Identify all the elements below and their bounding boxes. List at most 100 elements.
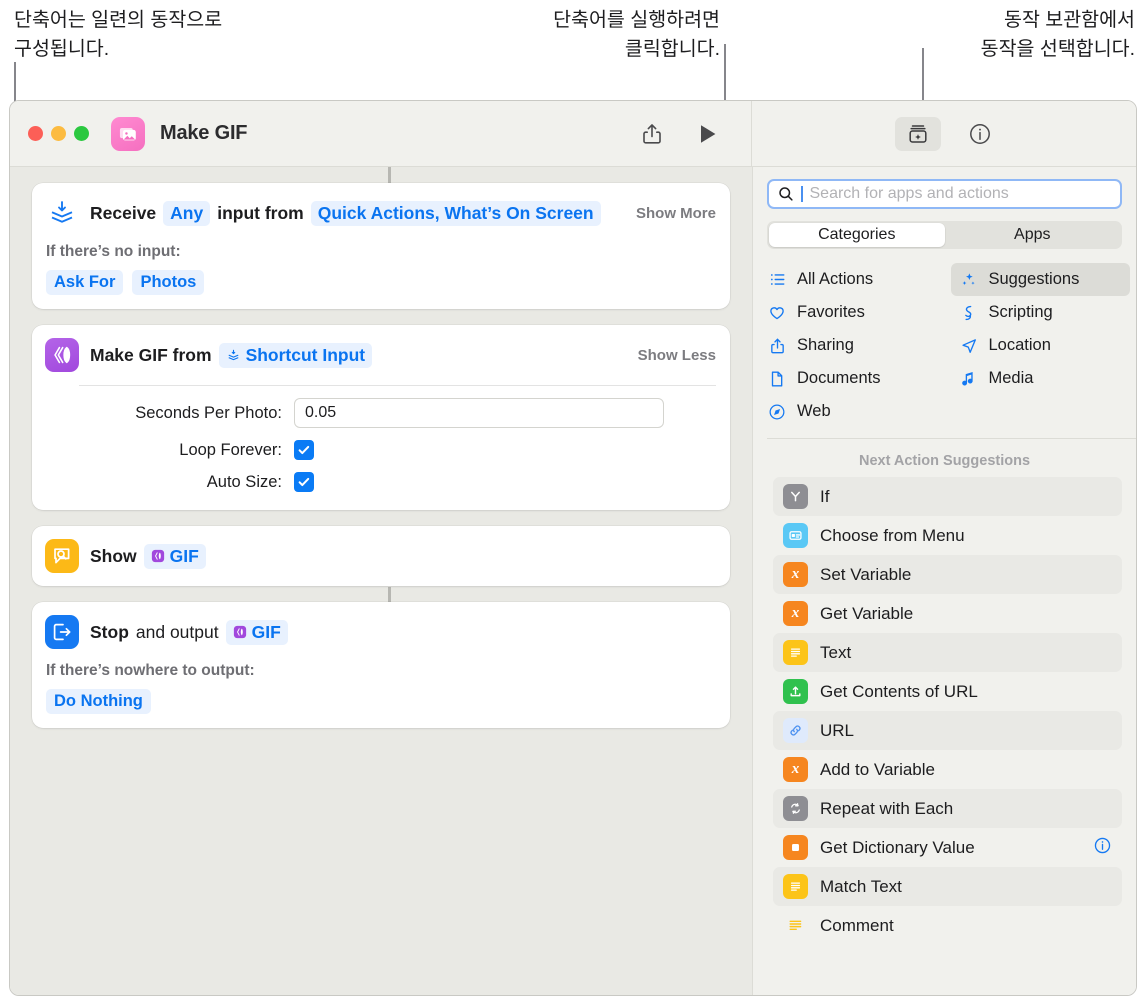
list-item[interactable]: Get Dictionary Value (773, 828, 1122, 867)
info-icon[interactable] (1093, 836, 1112, 860)
show-less-toggle[interactable]: Show Less (626, 347, 716, 364)
scripting-icon (959, 304, 979, 322)
callout-annotations: 단축어는 일련의 동작으로 구성됩니다. 단축어를 실행하려면 클릭합니다. 동… (0, 0, 1144, 702)
sidebar-item-label: All Actions (797, 270, 874, 288)
search-input[interactable]: Search for apps and actions (767, 179, 1122, 209)
variable-icon: x (783, 601, 808, 626)
list-item[interactable]: Get Contents of URL (773, 672, 1122, 711)
shortcut-app-icon (111, 116, 145, 151)
auto-size-checkbox[interactable] (294, 472, 314, 492)
action-token-shortcut-input[interactable]: Shortcut Input (218, 342, 373, 368)
action-card-receive[interactable]: Receive Any input from Quick Actions, Wh… (32, 183, 730, 309)
tab-categories[interactable]: Categories (769, 223, 945, 247)
sidebar-item-label: Sharing (797, 336, 854, 354)
list-item[interactable]: Text (773, 633, 1122, 672)
chip-photos[interactable]: Photos (132, 270, 205, 295)
list-item[interactable]: URL (773, 711, 1122, 750)
list-item-label: Get Variable (820, 603, 914, 623)
sidebar-item-documents[interactable]: Documents (759, 362, 939, 395)
make-gif-icon (45, 338, 79, 372)
category-column-left: All Actions Favorites Sharing Documents … (753, 263, 945, 428)
list-item-label: Repeat with Each (820, 798, 954, 818)
action-word: Stop (90, 621, 129, 642)
variable-icon: x (783, 562, 808, 587)
library-segmented-control[interactable]: Categories Apps (767, 221, 1122, 249)
sidebar-item-sharing[interactable]: Sharing (759, 329, 939, 362)
list-item-label: Add to Variable (820, 759, 935, 779)
callout-text-actions: 단축어는 일련의 동작으로 구성됩니다. (14, 9, 223, 60)
document-icon (767, 370, 787, 388)
seconds-per-photo-input[interactable]: 0.05 (294, 398, 664, 428)
sidebar-item-location[interactable]: Location (951, 329, 1131, 362)
action-token-gif[interactable]: GIF (143, 543, 206, 569)
action-library-icon[interactable] (895, 116, 941, 151)
list-item-label: Comment (820, 915, 894, 935)
sidebar-item-suggestions[interactable]: Suggestions (950, 263, 1130, 296)
list-item[interactable]: x Set Variable (773, 555, 1122, 594)
play-icon[interactable] (695, 121, 721, 147)
search-placeholder: Search for apps and actions (809, 185, 1009, 202)
action-title: Make GIF from Shortcut Input (90, 342, 373, 368)
minimize-button[interactable] (51, 126, 66, 141)
action-token-sources[interactable]: Quick Actions, What’s On Screen (310, 200, 601, 226)
suggestions-list: If Choose from Menu x Set Variable x Get… (753, 477, 1136, 995)
category-column-right: Suggestions Scripting Location Media (945, 263, 1137, 428)
zoom-button[interactable] (74, 126, 89, 141)
action-card-stop-and-output[interactable]: Stop and output GIF If there’s nowhere t… (32, 602, 730, 728)
share-icon[interactable] (639, 121, 665, 147)
gif-variable-icon (151, 549, 164, 563)
loop-forever-checkbox[interactable] (294, 440, 314, 460)
music-note-icon (959, 370, 979, 388)
list-item[interactable]: Match Text (773, 867, 1122, 906)
action-token-gif[interactable]: GIF (225, 619, 288, 645)
close-button[interactable] (28, 126, 43, 141)
list-item-label: URL (820, 720, 855, 740)
text-icon (783, 640, 808, 665)
chip-do-nothing[interactable]: Do Nothing (46, 689, 151, 714)
action-header: Show GIF (32, 526, 730, 586)
action-header: Make GIF from Shortcut Input Show Less (32, 325, 730, 385)
sidebar-item-label: Favorites (797, 303, 865, 321)
action-library-sidebar: Search for apps and actions Categories A… (752, 167, 1136, 995)
list-item[interactable]: If (773, 477, 1122, 516)
sidebar-item-favorites[interactable]: Favorites (759, 296, 939, 329)
action-card-make-gif[interactable]: Make GIF from Shortcut Input Show Less S… (32, 325, 730, 510)
list-item[interactable]: Choose from Menu (773, 516, 1122, 555)
no-input-options: Ask For Photos (46, 270, 716, 295)
search-icon (779, 187, 793, 201)
token-label: GIF (169, 545, 199, 566)
list-item-label: Set Variable (820, 564, 912, 584)
window-controls[interactable] (28, 126, 89, 141)
action-card-show[interactable]: Show GIF (32, 526, 730, 586)
shortcut-input-icon (228, 349, 239, 360)
compass-icon (767, 403, 787, 421)
list-item[interactable]: x Add to Variable (773, 750, 1122, 789)
action-token-any[interactable]: Any (163, 200, 211, 226)
sidebar-item-all-actions[interactable]: All Actions (759, 263, 939, 296)
sidebar-item-web[interactable]: Web (759, 395, 939, 428)
info-icon[interactable] (967, 121, 993, 147)
action-header: Receive Any input from Quick Actions, Wh… (32, 183, 730, 243)
location-arrow-icon (959, 337, 979, 355)
category-grid: All Actions Favorites Sharing Documents … (753, 249, 1136, 438)
comment-icon (783, 913, 808, 938)
token-label: GIF (251, 621, 281, 642)
window-titlebar: Make GIF (10, 101, 1136, 167)
chip-ask-for[interactable]: Ask For (46, 270, 124, 295)
sidebar-item-media[interactable]: Media (951, 362, 1131, 395)
sidebar-item-scripting[interactable]: Scripting (951, 296, 1131, 329)
stop-and-output-icon (45, 615, 79, 649)
show-more-toggle[interactable]: Show More (624, 205, 716, 222)
list-item-label: Get Contents of URL (820, 681, 978, 701)
variable-icon: x (783, 757, 808, 782)
link-icon (783, 718, 808, 743)
tab-apps[interactable]: Apps (945, 223, 1121, 247)
titlebar-actions (639, 121, 751, 147)
receive-input-icon (45, 196, 79, 230)
list-item[interactable]: Repeat with Each (773, 789, 1122, 828)
download-icon (783, 679, 808, 704)
list-item[interactable]: Comment (773, 906, 1122, 945)
list-item[interactable]: x Get Variable (773, 594, 1122, 633)
text-caret (801, 186, 803, 202)
heart-icon (767, 304, 787, 322)
